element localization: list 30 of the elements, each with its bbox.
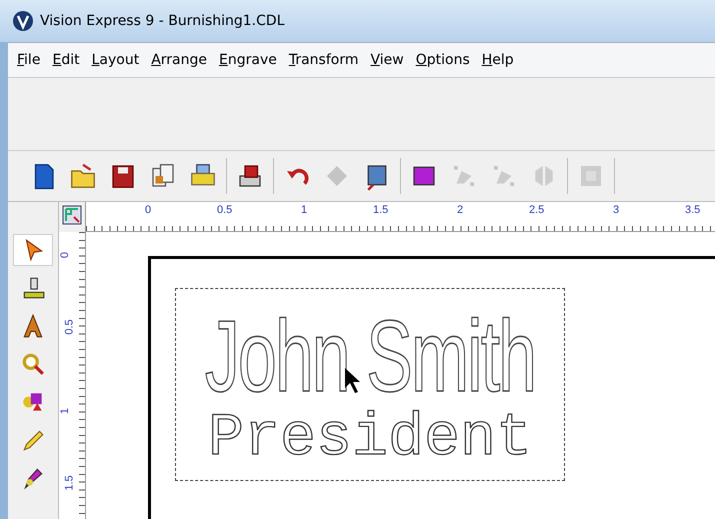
magnifier-icon	[20, 351, 46, 377]
ruler-label: 2.5	[529, 204, 544, 216]
ruler-label: 0	[145, 204, 152, 216]
canvas-text[interactable]: John Smith	[204, 306, 536, 407]
menu-item[interactable]: View	[366, 50, 409, 70]
menu-item[interactable]: Transform	[284, 50, 364, 70]
ruler-origin-icon[interactable]	[62, 205, 82, 225]
ruler-label: 3	[613, 204, 620, 216]
ruler-label: 3.5	[685, 204, 700, 216]
menu-item[interactable]: Engrave	[214, 50, 282, 70]
canvas-text[interactable]: President	[208, 409, 532, 469]
selection-box[interactable]: John Smith President	[175, 288, 565, 481]
menu-item[interactable]: Layout	[86, 50, 144, 70]
menu-item[interactable]: File	[12, 50, 46, 70]
ruler-label: 1.5	[64, 475, 76, 491]
ruler-label: 2	[457, 204, 464, 216]
ruler-label: 0.5	[217, 204, 232, 216]
pointer-arrow-tool[interactable]	[13, 234, 53, 266]
app-logo-icon	[12, 10, 34, 32]
ruler-label: 1.5	[373, 204, 388, 216]
menu-item[interactable]: Help	[476, 50, 519, 70]
menu-item[interactable]: Arrange	[146, 50, 212, 70]
menu-item[interactable]: Options	[410, 50, 475, 70]
ruler-label: 0	[59, 252, 72, 258]
folder-button[interactable]	[68, 161, 98, 191]
menu-item[interactable]: Edit	[47, 50, 85, 70]
ruler-label: 1	[301, 204, 308, 216]
ruler-label: 1	[59, 408, 72, 414]
window-title: Vision Express 9 - Burnishing1.CDL	[40, 13, 284, 29]
ruler-label: 0.5	[64, 319, 76, 335]
